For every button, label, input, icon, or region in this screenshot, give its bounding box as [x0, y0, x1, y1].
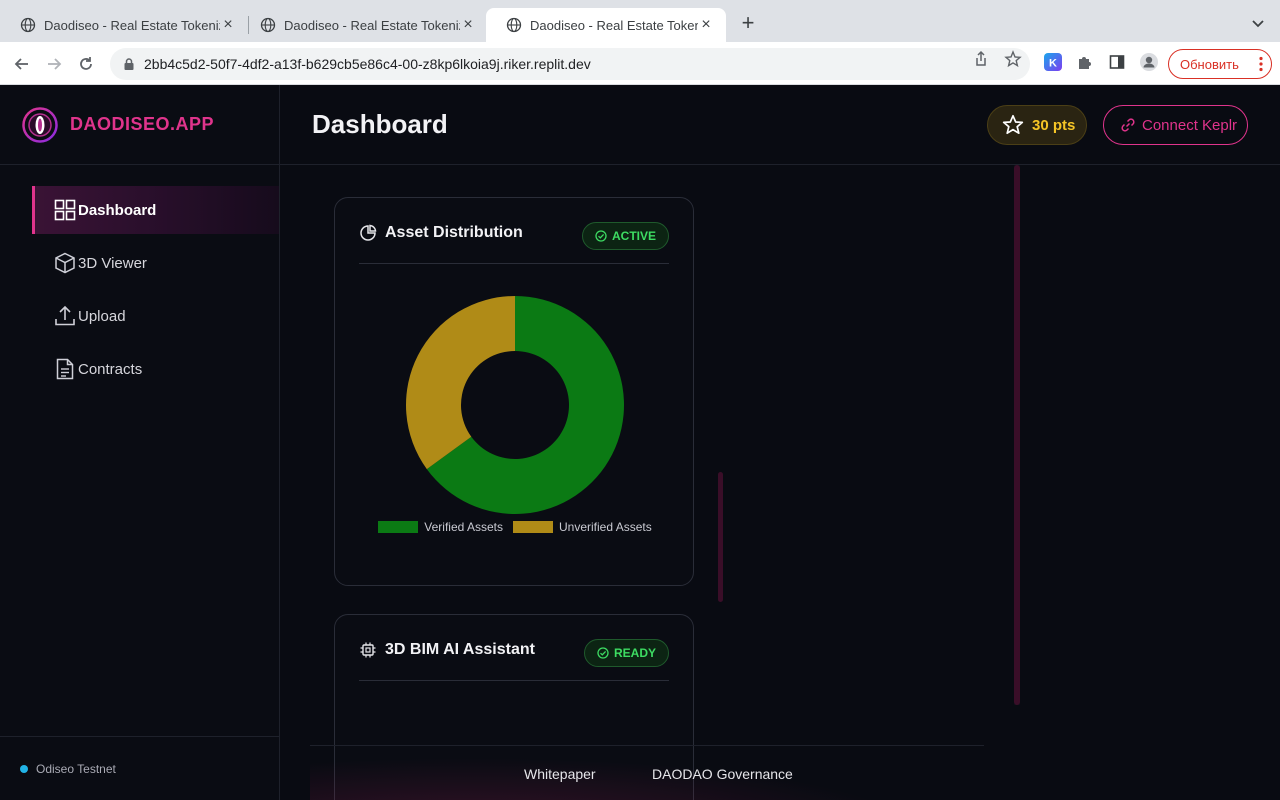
- brand-name: DAODISEO.APP: [70, 114, 215, 134]
- profile-avatar-icon[interactable]: [1139, 52, 1159, 72]
- browser-toolbar: 2bb4c5d2-50f7-4df2-a13f-b629cb5e86c4-00-…: [0, 42, 1280, 85]
- tab-search-chevron-icon[interactable]: [1248, 14, 1268, 34]
- browser-tab[interactable]: Daodiseo - Real Estate Tokeniz ×: [240, 8, 488, 42]
- star-icon: [1002, 114, 1024, 136]
- network-status-dot: [20, 764, 28, 773]
- cube-icon: [54, 252, 76, 274]
- status-badge: ACTIVE: [581, 222, 669, 250]
- globe-icon: [260, 17, 276, 33]
- asset-distribution-card: Asset Distribution ACTIVE Verified Asset…: [334, 197, 694, 586]
- keplr-k-label: K: [1049, 58, 1057, 70]
- app-root: DAODISEO.APP Dashboard 3D Viewer Upload …: [0, 85, 1280, 800]
- new-tab-button[interactable]: +: [736, 12, 760, 36]
- close-icon[interactable]: ×: [220, 16, 236, 34]
- footer-link-whitepaper[interactable]: Whitepaper: [524, 766, 596, 782]
- connect-keplr-button[interactable]: Connect Keplr: [1103, 105, 1248, 145]
- check-circle-icon: [595, 230, 607, 242]
- page-title: Dashboard: [312, 109, 448, 139]
- main-content: Asset Distribution ACTIVE Verified Asset…: [280, 165, 1280, 800]
- reload-icon[interactable]: [74, 52, 98, 76]
- share-icon[interactable]: [972, 50, 990, 68]
- legend-item-unverified[interactable]: Unverified Assets: [513, 520, 652, 534]
- connect-keplr-label: Connect Keplr: [1142, 116, 1238, 134]
- network-status: Odiseo Testnet: [0, 736, 279, 800]
- legend-swatch: [378, 521, 419, 533]
- scrollbar-thumb[interactable]: [1014, 165, 1020, 705]
- sidebar-item-dashboard[interactable]: Dashboard: [32, 186, 279, 234]
- browser-update-button[interactable]: Обновить: [1168, 49, 1272, 79]
- legend-label: Unverified Assets: [559, 520, 652, 534]
- grid-icon: [54, 199, 76, 221]
- page-footer: Whitepaper DAODAO Governance: [310, 745, 984, 800]
- sidebar-item-upload[interactable]: Upload: [32, 292, 279, 340]
- sidebar-item-label: 3D Viewer: [78, 254, 147, 272]
- forward-arrow-icon[interactable]: [42, 52, 66, 76]
- document-icon: [54, 358, 76, 380]
- status-text: READY: [613, 646, 656, 660]
- sidebar-item-contracts[interactable]: Contracts: [32, 345, 279, 393]
- sidebar: DAODISEO.APP Dashboard 3D Viewer Upload …: [0, 85, 280, 800]
- asset-distribution-donut-chart: [406, 296, 624, 514]
- bookmark-star-icon[interactable]: [1004, 50, 1022, 68]
- check-circle-icon: [597, 647, 609, 659]
- points-badge[interactable]: 30 pts: [987, 105, 1087, 145]
- cpu-chip-icon: [359, 641, 377, 659]
- upload-icon: [54, 305, 76, 327]
- card-list-scrollbar-thumb[interactable]: [718, 472, 723, 602]
- card-title: Asset Distribution: [385, 224, 523, 241]
- sidebar-item-label: Upload: [78, 307, 126, 325]
- puzzle-extensions-icon[interactable]: [1075, 52, 1095, 72]
- keplr-extension-icon[interactable]: K: [1043, 52, 1063, 72]
- brand[interactable]: DAODISEO.APP: [0, 85, 279, 165]
- url-text: 2bb4c5d2-50f7-4df2-a13f-b629cb5e86c4-00-…: [144, 56, 591, 72]
- globe-icon: [506, 17, 522, 33]
- browser-tab[interactable]: Daodiseo - Real Estate Tokeniz ×: [0, 8, 248, 42]
- status-text: ACTIVE: [611, 229, 656, 243]
- sidebar-item-3d-viewer[interactable]: 3D Viewer: [32, 239, 279, 287]
- donut-slice-unverified-assets[interactable]: [406, 296, 515, 470]
- sidebar-item-label: Contracts: [78, 360, 143, 378]
- tab-title: Daodiseo - Real Estate Tokeniz: [530, 17, 698, 33]
- chart-legend: Verified Assets Unverified Assets: [335, 520, 695, 534]
- footer-link-governance[interactable]: DAODAO Governance: [652, 766, 793, 782]
- app-header: Dashboard 30 pts Connect Keplr: [280, 85, 1280, 165]
- daodiseo-logo-icon: [22, 106, 58, 143]
- card-title: 3D BIM AI Assistant: [385, 641, 535, 658]
- side-panel-icon[interactable]: [1107, 52, 1127, 72]
- link-icon: [1120, 117, 1136, 133]
- card-header: Asset Distribution ACTIVE: [359, 222, 669, 264]
- network-name: Odiseo Testnet: [36, 761, 116, 776]
- pie-chart-icon: [359, 224, 377, 242]
- tab-title: Daodiseo - Real Estate Tokeniz: [44, 17, 220, 33]
- tab-title: Daodiseo - Real Estate Tokeniz: [284, 17, 460, 33]
- card-header: 3D BIM AI Assistant READY: [359, 639, 669, 681]
- globe-icon: [20, 17, 36, 33]
- browser-tab-active[interactable]: Daodiseo - Real Estate Tokeniz ×: [486, 8, 726, 42]
- legend-swatch: [513, 521, 553, 533]
- update-label: Обновить: [1180, 56, 1239, 72]
- back-arrow-icon[interactable]: [10, 52, 34, 76]
- close-icon[interactable]: ×: [460, 16, 476, 34]
- legend-item-verified[interactable]: Verified Assets: [378, 520, 503, 534]
- sidebar-item-label: Dashboard: [78, 201, 157, 219]
- status-badge: READY: [583, 639, 669, 667]
- legend-label: Verified Assets: [424, 520, 503, 534]
- points-value: 30 pts: [1032, 116, 1076, 134]
- lock-icon: [122, 57, 136, 71]
- browser-tab-bar: Daodiseo - Real Estate Tokeniz × Daodise…: [0, 0, 1280, 42]
- more-vertical-icon: [1259, 56, 1263, 72]
- close-icon[interactable]: ×: [698, 16, 714, 34]
- address-bar[interactable]: 2bb4c5d2-50f7-4df2-a13f-b629cb5e86c4-00-…: [110, 48, 1030, 80]
